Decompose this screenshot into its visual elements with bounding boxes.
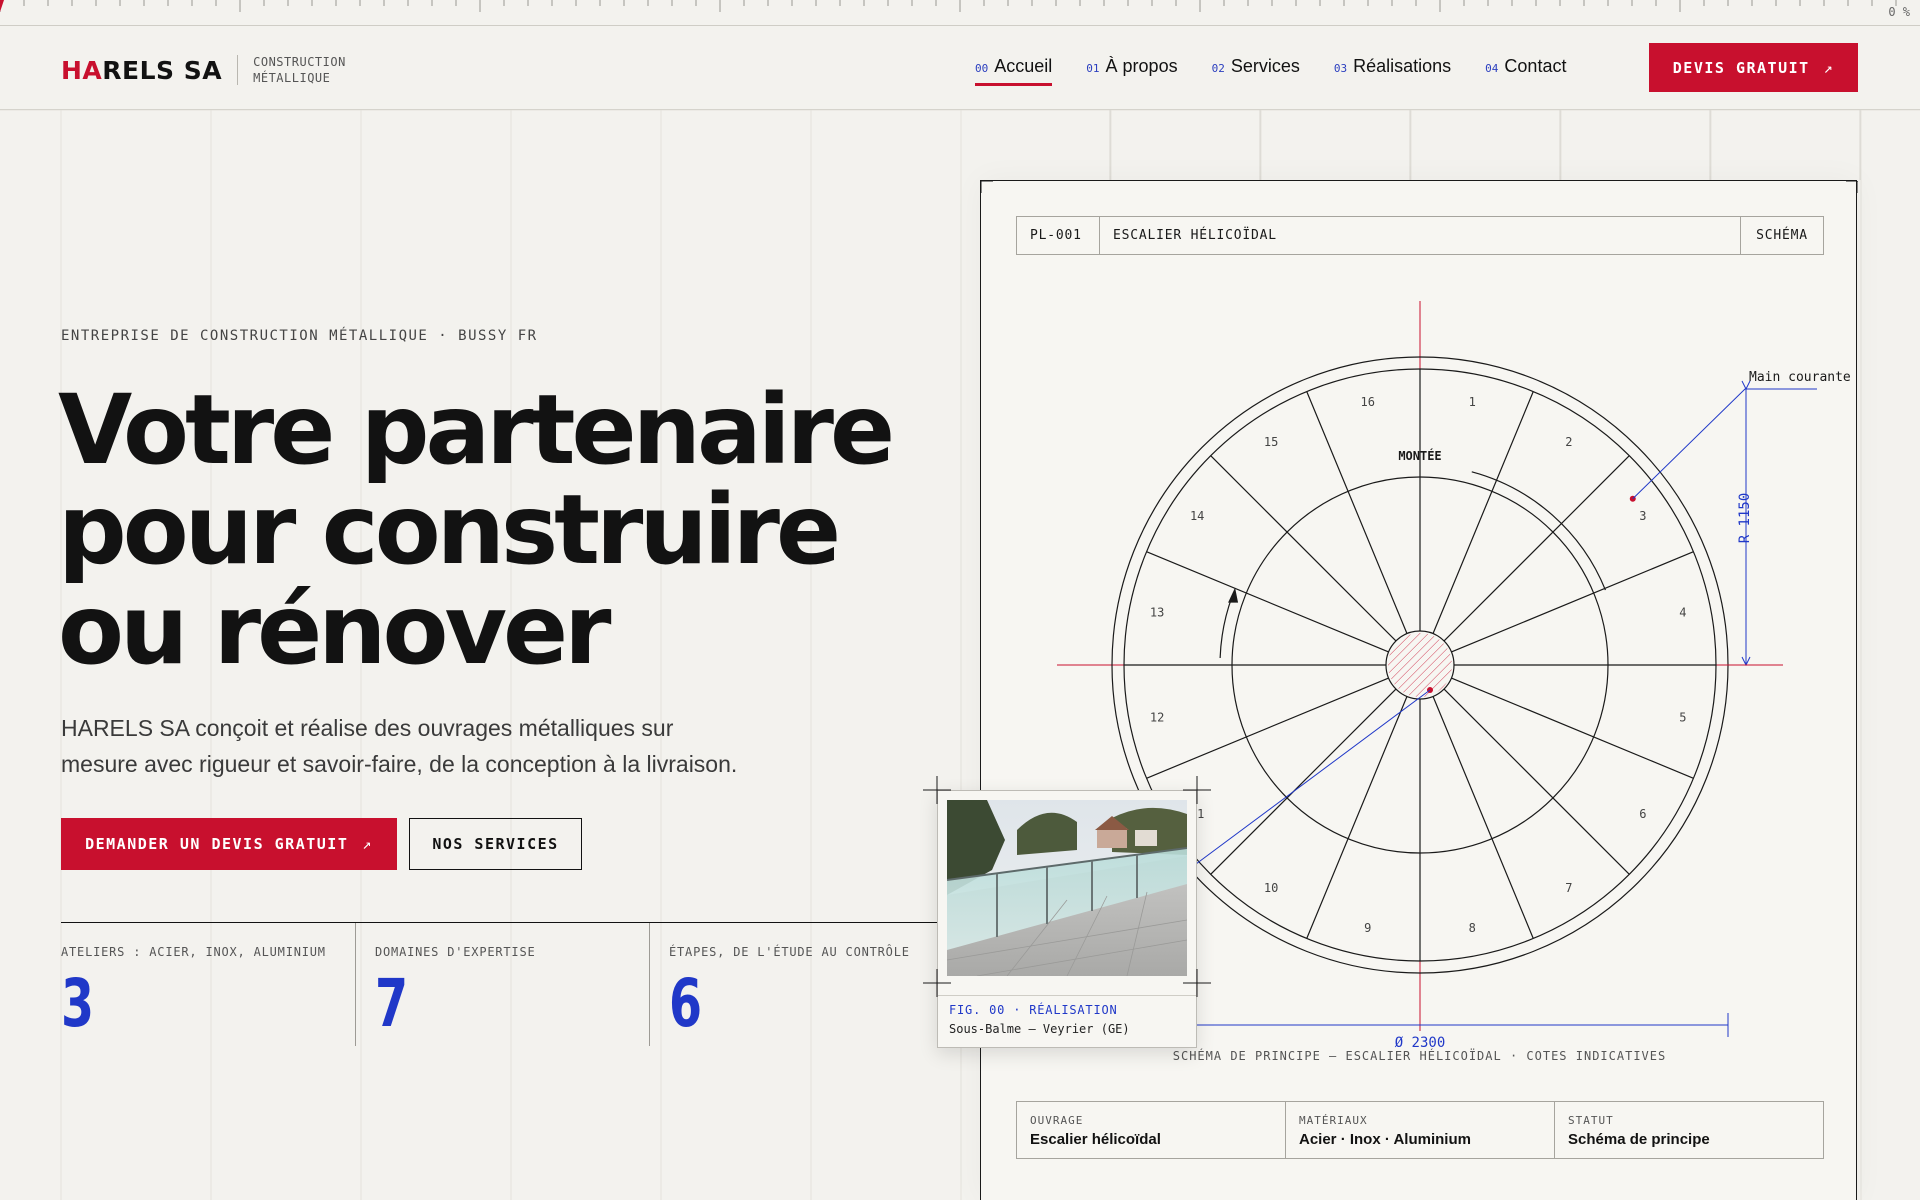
handrail-label: Main courante (1749, 370, 1851, 385)
step-line (1306, 696, 1408, 939)
hero-title: Votre partenaire pour construire ou réno… (58, 374, 895, 686)
arrow-icon (1228, 587, 1239, 603)
logo-wordmark: HARELS SA (61, 55, 223, 85)
project-photo-card[interactable]: FIG. 00 · RÉALISATION Sous-Balme — Veyri… (937, 790, 1197, 1048)
photo-caption: FIG. 00 · RÉALISATION Sous-Balme — Veyri… (938, 995, 1196, 1036)
step-line (1146, 551, 1389, 653)
nav-item-realisations[interactable]: 03 Réalisations (1334, 56, 1451, 77)
step-number: 6 (1639, 807, 1646, 821)
nav-item-accueil[interactable]: 00 Accueil (975, 56, 1053, 86)
step-number: 4 (1679, 606, 1686, 620)
step-line (1146, 677, 1389, 779)
step-number: 13 (1150, 606, 1164, 620)
step-number: 2 (1565, 435, 1572, 449)
our-services-button[interactable]: NOS SERVICES (409, 818, 582, 870)
step-number: 14 (1190, 509, 1204, 523)
step-line (1210, 688, 1397, 875)
hero-lead: HARELS SA conçoit et réalise des ouvrage… (61, 715, 738, 777)
spec-materiaux: MATÉRIAUX Acier · Inox · Aluminium (1285, 1102, 1554, 1158)
step-number: 7 (1565, 881, 1572, 895)
step-line (1451, 551, 1694, 653)
free-quote-button[interactable]: DEVIS GRATUIT ↗ (1649, 43, 1858, 92)
scroll-progress-label: 0 % (1888, 5, 1910, 19)
photo-leader (1195, 689, 1431, 865)
stats-row: ATELIERS : ACIER, INOX, ALUMINIUM 3 DOMA… (61, 922, 941, 1046)
terrace-railing-image (947, 800, 1187, 976)
step-line (1432, 391, 1534, 634)
ruler-progress-marker (0, 0, 4, 12)
logo[interactable]: HARELS SA CONSTRUCTION MÉTALLIQUE (61, 54, 346, 86)
nav-item-contact[interactable]: 04 Contact (1485, 56, 1566, 77)
site-header: HARELS SA CONSTRUCTION MÉTALLIQUE 00 Acc… (0, 26, 1920, 110)
request-quote-button[interactable]: DEMANDER UN DEVIS GRATUIT ↗ (61, 818, 397, 870)
step-number: 10 (1264, 881, 1278, 895)
step-line (1443, 688, 1630, 875)
step-line (1443, 455, 1630, 642)
step-line (1432, 696, 1534, 939)
stat-ateliers: ATELIERS : ACIER, INOX, ALUMINIUM 3 (61, 945, 326, 1042)
nav-item-services[interactable]: 02 Services (1212, 56, 1300, 77)
step-number: 8 (1469, 921, 1476, 935)
scroll-progress-ruler: 0 % (0, 0, 1920, 26)
handrail-leader (1632, 388, 1817, 500)
stat-domaines: DOMAINES D'EXPERTISE 7 (355, 923, 649, 1046)
center-post-hatch (1388, 633, 1452, 697)
step-number: 15 (1264, 435, 1278, 449)
spec-ouvrage: OUVRAGE Escalier hélicoïdal (1030, 1114, 1161, 1148)
montee-arc-left (1219, 596, 1233, 659)
main-nav: 00 Accueil 01 À propos 02 Services 03 Ré… (975, 56, 1600, 86)
step-line (1451, 677, 1694, 779)
drawing-caption: SCHÉMA DE PRINCIPE — ESCALIER HÉLICOÏDAL… (1172, 1049, 1667, 1063)
step-number: 5 (1679, 710, 1686, 724)
hero-eyebrow: ENTREPRISE DE CONSTRUCTION MÉTALLIQUE · … (61, 328, 538, 344)
radius-label: R 1150 (1737, 493, 1753, 544)
step-number: 16 (1360, 395, 1374, 409)
arrow-up-right-icon: ↗ (362, 835, 373, 853)
logo-tagline: CONSTRUCTION MÉTALLIQUE (253, 55, 346, 85)
nav-item-a-propos[interactable]: 01 À propos (1086, 56, 1177, 77)
step-number: 1 (1469, 395, 1476, 409)
step-number: 9 (1364, 921, 1371, 935)
step-line (1210, 455, 1397, 642)
stat-etapes: ÉTAPES, DE L'ÉTUDE AU CONTRÔLE 6 (649, 923, 941, 1046)
logo-divider (237, 55, 239, 85)
step-number: 12 (1150, 710, 1164, 724)
terrace-photo (947, 800, 1187, 976)
step-number: 3 (1639, 509, 1646, 523)
montee-arc-right (1471, 471, 1606, 591)
step-line (1306, 391, 1408, 634)
arrow-up-right-icon: ↗ (1823, 58, 1835, 77)
drawing-specs: OUVRAGE Escalier hélicoïdal MATÉRIAUX Ac… (1016, 1101, 1824, 1159)
spec-statut: STATUT Schéma de principe (1554, 1102, 1823, 1158)
montee-label: MONTÉE (1398, 448, 1441, 463)
ruler-ticks (0, 0, 1897, 12)
